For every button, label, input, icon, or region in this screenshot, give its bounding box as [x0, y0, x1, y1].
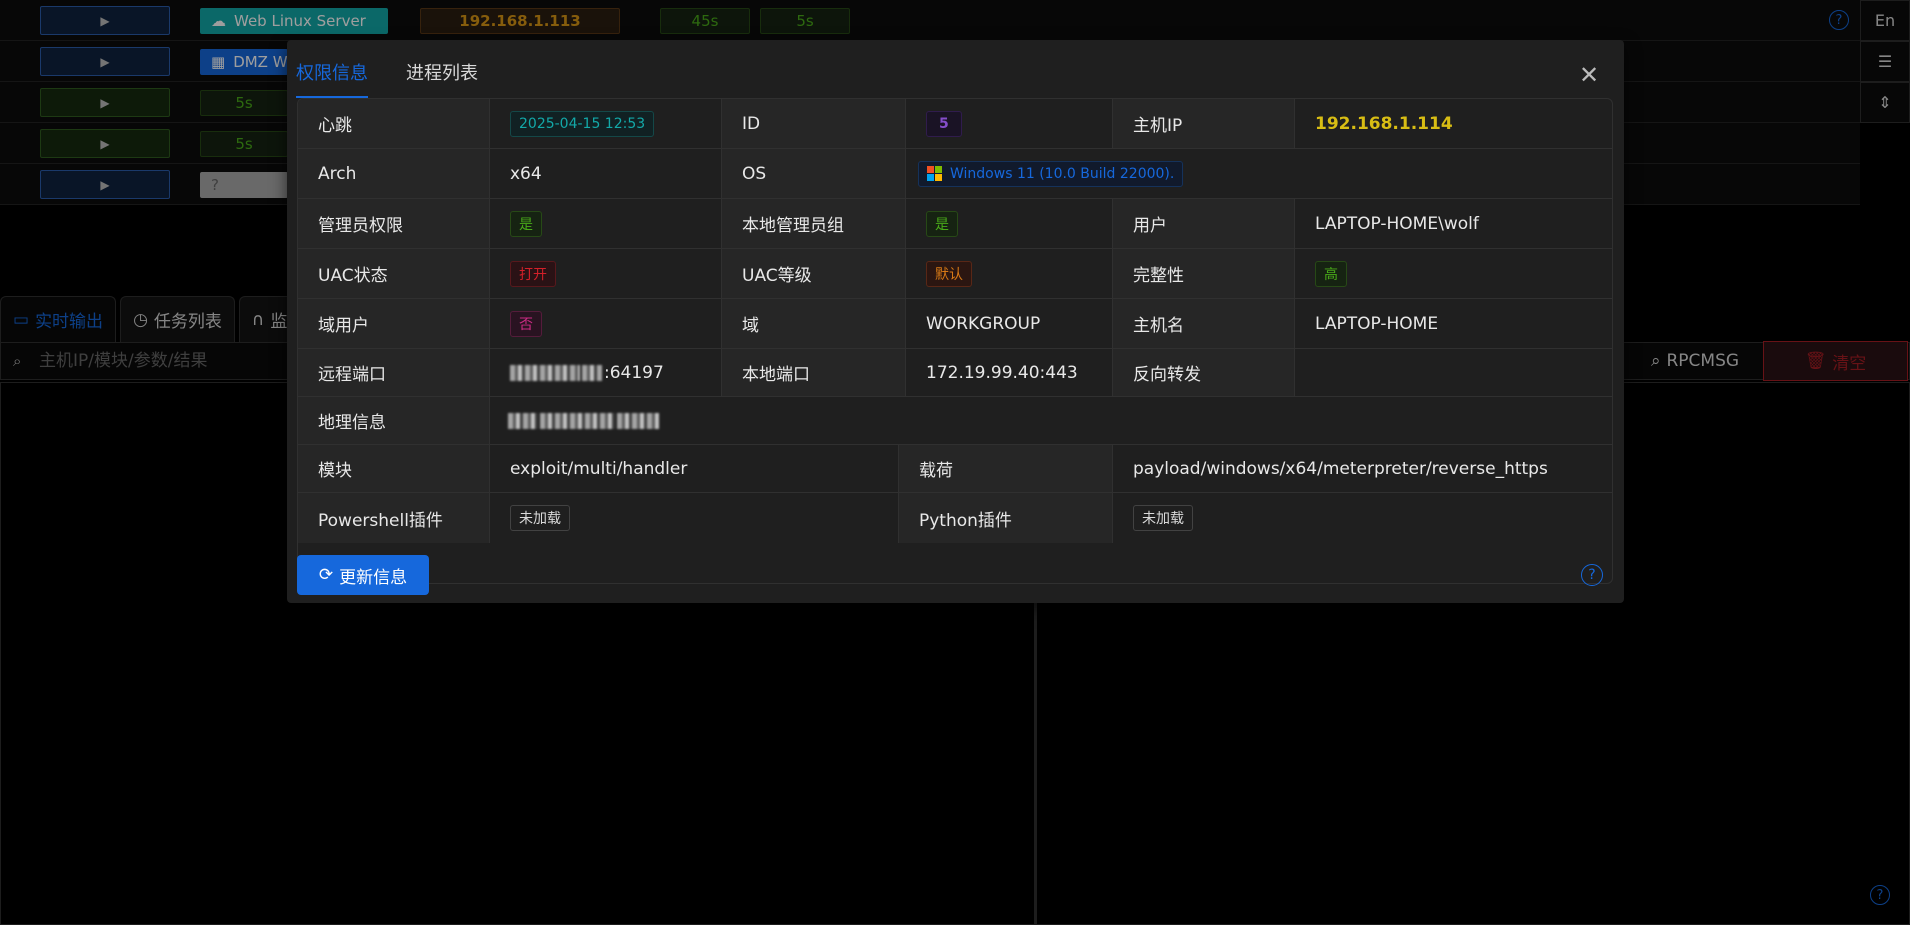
- table-row: 模块 exploit/multi/handler 载荷 payload/wind…: [298, 445, 1612, 493]
- id-label: ID: [721, 99, 905, 148]
- domain-label: 域: [721, 299, 905, 348]
- heartbeat-tag: 2025-04-15 12:53: [510, 110, 655, 137]
- remote-port-value: :64197: [489, 349, 721, 396]
- reverse-forward-label: 反向转发: [1112, 349, 1294, 396]
- domain-value: WORKGROUP: [905, 299, 1112, 348]
- powershell-plugin-tag: 未加载: [510, 505, 570, 531]
- integrity-value: 高: [1294, 249, 1612, 298]
- arch-label: Arch: [298, 149, 489, 198]
- reverse-forward-value: [1294, 349, 1612, 396]
- geo-info-label: 地理信息: [298, 397, 489, 444]
- uac-status-tag: 打开: [510, 260, 556, 287]
- local-admin-group-label: 本地管理员组: [721, 199, 905, 248]
- redacted-blur: [540, 412, 615, 429]
- redacted-blur: [582, 364, 602, 381]
- os-label: OS: [721, 149, 905, 198]
- app-root: ▶ ☁ Web Linux Server 192.168.1.113 45s 5s…: [0, 0, 1910, 925]
- payload-value: payload/windows/x64/meterpreter/reverse_…: [1112, 445, 1612, 492]
- hostname-value: LAPTOP-HOME: [1294, 299, 1612, 348]
- update-info-button[interactable]: ⟳ 更新信息: [297, 555, 429, 595]
- local-port-value: 172.19.99.40:443: [905, 349, 1112, 396]
- domain-user-value: 否: [489, 299, 721, 348]
- table-row: 远程端口 :64197 本地端口 172.19.99.40:443 反向转发: [298, 349, 1612, 397]
- uac-status-value: 打开: [489, 249, 721, 298]
- admin-tag: 是: [510, 210, 542, 237]
- geo-info-value: [489, 397, 1612, 444]
- id-tag: 5: [926, 110, 962, 137]
- table-row: 心跳 2025-04-15 12:53 ID 5 主机IP 192.168.1.…: [298, 99, 1612, 149]
- table-row: 域用户 否 域 WORKGROUP 主机名 LAPTOP-HOME: [298, 299, 1612, 349]
- help-icon[interactable]: ?: [1581, 564, 1603, 586]
- os-value: Windows 11 (10.0 Build 22000).: [905, 149, 1612, 198]
- integrity-label: 完整性: [1112, 249, 1294, 298]
- host-ip-value: 192.168.1.114: [1294, 99, 1612, 148]
- payload-label: 载荷: [898, 445, 1112, 492]
- session-info-modal: 权限信息 进程列表 ✕ 心跳 2025-04-15 12:53 ID 5 主机I…: [287, 40, 1624, 603]
- heartbeat-value: 2025-04-15 12:53: [489, 99, 721, 148]
- table-row: 管理员权限 是 本地管理员组 是 用户 LAPTOP-HOME\wolf: [298, 199, 1612, 249]
- redacted-blur: [508, 412, 538, 429]
- table-row: 地理信息: [298, 397, 1612, 445]
- redacted-blur: [617, 412, 659, 429]
- windows-icon: [927, 166, 942, 181]
- host-ip-text: 192.168.1.114: [1315, 113, 1453, 134]
- python-plugin-value: 未加载: [1112, 493, 1612, 543]
- info-table: 心跳 2025-04-15 12:53 ID 5 主机IP 192.168.1.…: [297, 98, 1613, 584]
- table-row: Arch x64 OS Windows 11 (10.0 Build 22000…: [298, 149, 1612, 199]
- local-admin-group-tag: 是: [926, 210, 958, 237]
- host-ip-label: 主机IP: [1112, 99, 1294, 148]
- tab-permission-info[interactable]: 权限信息: [296, 40, 368, 98]
- redacted-blur: [510, 364, 580, 381]
- local-port-label: 本地端口: [721, 349, 905, 396]
- id-value: 5: [905, 99, 1112, 148]
- domain-user-label: 域用户: [298, 299, 489, 348]
- python-plugin-tag: 未加载: [1133, 505, 1193, 531]
- python-plugin-label: Python插件: [898, 493, 1112, 543]
- integrity-tag: 高: [1315, 260, 1347, 287]
- domain-user-tag: 否: [510, 310, 542, 337]
- sync-icon: ⟳: [318, 565, 334, 585]
- remote-port-label: 远程端口: [298, 349, 489, 396]
- uac-level-value: 默认: [905, 249, 1112, 298]
- modal-tabs: 权限信息 进程列表: [296, 40, 478, 98]
- user-value: LAPTOP-HOME\wolf: [1294, 199, 1612, 248]
- heartbeat-label: 心跳: [298, 99, 489, 148]
- arch-value: x64: [489, 149, 721, 198]
- os-tag: Windows 11 (10.0 Build 22000).: [918, 160, 1184, 187]
- local-admin-group-value: 是: [905, 199, 1112, 248]
- powershell-plugin-value: 未加载: [489, 493, 898, 543]
- admin-label: 管理员权限: [298, 199, 489, 248]
- powershell-plugin-label: Powershell插件: [298, 493, 489, 543]
- uac-status-label: UAC状态: [298, 249, 489, 298]
- user-label: 用户: [1112, 199, 1294, 248]
- admin-value: 是: [489, 199, 721, 248]
- module-label: 模块: [298, 445, 489, 492]
- hostname-label: 主机名: [1112, 299, 1294, 348]
- uac-level-tag: 默认: [926, 260, 972, 287]
- module-value: exploit/multi/handler: [489, 445, 898, 492]
- close-icon[interactable]: ✕: [1574, 60, 1604, 90]
- table-row: UAC状态 打开 UAC等级 默认 完整性 高: [298, 249, 1612, 299]
- table-row: Powershell插件 未加载 Python插件 未加载: [298, 493, 1612, 543]
- uac-level-label: UAC等级: [721, 249, 905, 298]
- tab-process-list[interactable]: 进程列表: [406, 40, 478, 98]
